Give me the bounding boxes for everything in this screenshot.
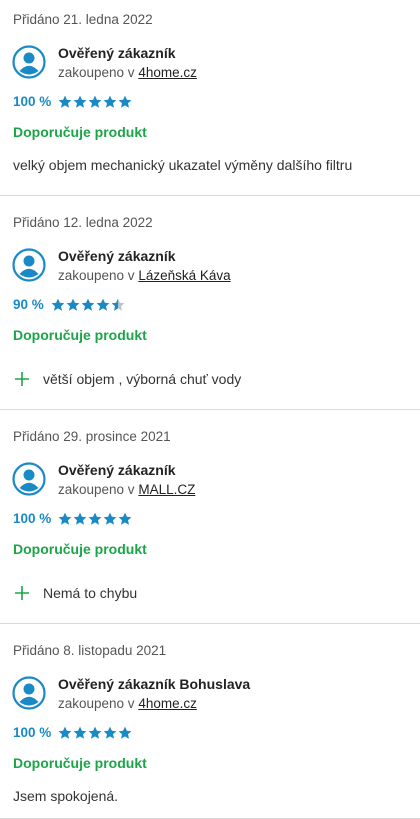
purchase-prefix: zakoupeno v [58,65,135,80]
star-icon [111,298,125,311]
review-text: Jsem spokojená. [13,788,119,804]
star-icon [66,298,80,311]
pro-item: Nemá to chybu [15,585,137,601]
star-icon [103,95,117,108]
rating-percent: 100 % [13,725,52,740]
star-rating [58,95,133,109]
purchase-prefix: zakoupeno v [58,696,135,711]
user-avatar-icon [12,248,46,282]
user-avatar-icon [12,676,46,710]
star-icon [51,298,65,311]
shop-link[interactable]: 4home.cz [138,696,197,711]
purchase-prefix: zakoupeno v [58,482,135,497]
pro-item: větší objem , výborná chuť vody [15,371,241,387]
star-icon [73,726,87,739]
star-icon [118,726,132,739]
pro-text: Nemá to chybu [43,585,138,601]
rating: 90 % [13,297,126,312]
star-icon [88,95,102,108]
rating: 100 % [13,511,133,526]
review-card: Přidáno 29. prosince 2021 Ověřený zákazn… [0,410,420,624]
recommends-label: Doporučuje produkt [13,327,147,343]
user-avatar-icon [12,45,46,79]
recommends-label: Doporučuje produkt [13,755,147,771]
rating-percent: 100 % [13,511,52,526]
plus-icon [15,372,29,386]
reviewer-name: Ověřený zákazník Bohuslava [58,676,251,692]
pro-text: větší objem , výborná chuť vody [43,371,242,387]
star-icon [118,95,132,108]
review-text: velký objem mechanický ukazatel výměny d… [13,157,353,173]
star-icon [58,512,72,525]
rating: 100 % [13,94,133,109]
star-icon [103,726,117,739]
review-date: Přidáno 29. prosince 2021 [13,429,171,444]
purchase-info: zakoupeno v MALL.CZ [58,482,195,497]
purchase-info: zakoupeno v Lázeňská Káva [58,268,231,283]
purchase-info: zakoupeno v 4home.cz [58,65,197,80]
recommends-label: Doporučuje produkt [13,124,147,140]
star-icon [118,512,132,525]
review-card: Přidáno 8. listopadu 2021 Ověřený zákazn… [0,624,420,819]
reviewer-name: Ověřený zákazník [58,462,176,478]
rating: 100 % [13,725,133,740]
shop-link[interactable]: Lázeňská Káva [138,268,230,283]
star-icon [88,726,102,739]
star-icon [73,512,87,525]
purchase-prefix: zakoupeno v [58,268,135,283]
reviewer-name: Ověřený zákazník [58,45,176,61]
star-rating [51,298,126,312]
review-date: Přidáno 12. ledna 2022 [13,215,153,230]
review-date: Přidáno 8. listopadu 2021 [13,643,167,658]
star-icon [81,298,95,311]
user-avatar-icon [12,462,46,496]
purchase-info: zakoupeno v 4home.cz [58,696,197,711]
review-card: Přidáno 21. ledna 2022 Ověřený zákazník … [0,0,420,196]
rating-percent: 90 % [13,297,44,312]
star-icon [73,95,87,108]
shop-link[interactable]: MALL.CZ [138,482,195,497]
star-icon [88,512,102,525]
star-icon [103,512,117,525]
star-icon [96,298,110,311]
star-icon [58,95,72,108]
shop-link[interactable]: 4home.cz [138,65,197,80]
review-card: Přidáno 12. ledna 2022 Ověřený zákazník … [0,196,420,410]
star-icon [58,726,72,739]
reviewer-name: Ověřený zákazník [58,248,176,264]
star-rating [58,512,133,526]
review-date: Přidáno 21. ledna 2022 [13,12,153,27]
recommends-label: Doporučuje produkt [13,541,147,557]
star-rating [58,726,133,740]
rating-percent: 100 % [13,94,52,109]
plus-icon [15,586,29,600]
